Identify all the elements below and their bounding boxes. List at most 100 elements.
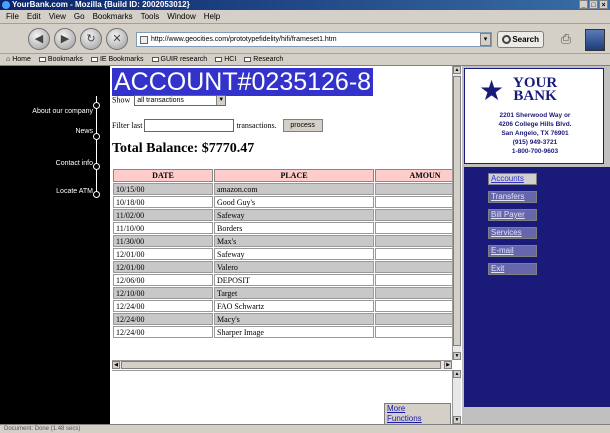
scroll-down-icon[interactable]: ▼ xyxy=(453,352,461,360)
scroll-right-icon[interactable]: ▶ xyxy=(444,361,452,369)
menu-go[interactable]: Go xyxy=(74,10,85,23)
filter-label: Filter last xyxy=(112,121,143,130)
minimize-button[interactable]: _ xyxy=(579,0,588,9)
menu-file[interactable]: File xyxy=(6,10,19,23)
account-frame-vscroll[interactable]: ▲ ▼ xyxy=(452,66,461,360)
scroll-up-icon[interactable]: ▲ xyxy=(453,370,461,378)
header-date: DATE xyxy=(113,169,213,182)
back-button[interactable]: ◀ xyxy=(28,28,50,50)
search-button[interactable]: Search xyxy=(497,31,544,48)
cell-date: 10/15/00 xyxy=(113,183,213,195)
filter-row: Filter last transactions. process xyxy=(112,119,323,132)
cell-place: Target xyxy=(214,287,374,299)
menu-tools[interactable]: Tools xyxy=(141,10,160,23)
window-title: YourBank.com - Mozilla {Build ID: 200205… xyxy=(12,0,190,9)
bookmark-bookmarks[interactable]: Bookmarks xyxy=(38,54,83,65)
transactions-select[interactable]: all transactions ▼ xyxy=(134,95,227,106)
cell-amount xyxy=(375,261,452,273)
header-place: PLACE xyxy=(214,169,374,182)
cell-place: Borders xyxy=(214,222,374,234)
bank-star-logo-icon: ★ xyxy=(479,75,505,106)
menu-bill-payer-button[interactable]: Bill Payer xyxy=(488,209,537,221)
cell-date: 12/06/00 xyxy=(113,274,213,286)
filter-suffix: transactions. xyxy=(236,121,277,130)
menu-transfers-button[interactable]: Transfers xyxy=(488,191,537,203)
url-dropdown-button[interactable]: ▾ xyxy=(480,33,491,46)
logo-line2: BANK xyxy=(513,88,557,104)
stop-button[interactable]: ✕ xyxy=(106,28,128,50)
bookmark-home[interactable]: ⌂ Home xyxy=(6,54,31,65)
bookmark-label: GUIR research xyxy=(160,55,208,63)
nav-locate-atm[interactable]: Locate ATM xyxy=(0,188,95,195)
bottom-frame-vscroll[interactable]: ▲ ▼ xyxy=(452,370,461,424)
folder-icon xyxy=(151,57,159,62)
cell-date: 12/24/00 xyxy=(113,300,213,312)
cell-date: 12/24/00 xyxy=(113,326,213,338)
mozilla-throbber[interactable] xyxy=(585,29,605,51)
cell-place: FAO Schwartz xyxy=(214,300,374,312)
menu-bookmarks[interactable]: Bookmarks xyxy=(93,10,133,23)
address-line2: 4206 College Hills Blvd. xyxy=(498,121,572,128)
cell-place: Safeway xyxy=(214,248,374,260)
url-field[interactable]: http://www.geocities.com/prototypefideli… xyxy=(136,32,492,47)
nav-news[interactable]: News xyxy=(0,128,95,135)
forward-arrow-icon: ▶ xyxy=(60,33,70,45)
filter-count-input[interactable] xyxy=(144,119,235,132)
url-text: http://www.geocities.com/prototypefideli… xyxy=(151,36,337,43)
menu-edit[interactable]: Edit xyxy=(27,10,41,23)
cell-place: amazon.com xyxy=(214,183,374,195)
nav-contact-info[interactable]: Contact info xyxy=(0,160,95,167)
menu-services-button[interactable]: Services xyxy=(488,227,537,239)
cell-amount xyxy=(375,274,452,286)
cell-place: Valero xyxy=(214,261,374,273)
table-row: 12/24/00 Macy's xyxy=(113,313,452,325)
close-button[interactable]: × xyxy=(599,0,608,9)
menu-exit-button[interactable]: Exit xyxy=(488,263,537,275)
bookmark-ie-bookmarks[interactable]: IE Bookmarks xyxy=(90,54,144,65)
account-frame-hscroll[interactable]: ◀ ▶ xyxy=(112,360,452,369)
folder-icon xyxy=(244,57,252,62)
bookmarks-toolbar: ⌂ Home Bookmarks IE Bookmarks GUIR resear… xyxy=(0,54,610,66)
menu-email-button[interactable]: E-mail xyxy=(488,245,537,257)
bookmark-guir-research[interactable]: GUIR research xyxy=(151,54,208,65)
mozilla-icon xyxy=(2,1,10,9)
menu-view[interactable]: View xyxy=(49,10,66,23)
reload-button[interactable]: ↻ xyxy=(80,28,102,50)
cell-date: 12/01/00 xyxy=(113,248,213,260)
nav-node-icon xyxy=(93,133,100,140)
scroll-thumb[interactable] xyxy=(453,76,461,346)
table-row: 12/24/00 Sharper Image xyxy=(113,326,452,338)
scroll-down-icon[interactable]: ▼ xyxy=(453,416,461,424)
cell-amount xyxy=(375,248,452,260)
hscroll-thumb[interactable] xyxy=(121,361,441,369)
more-functions-link[interactable]: More Functions xyxy=(384,403,451,425)
print-button[interactable]: ⎙ xyxy=(555,30,577,48)
bookmark-research[interactable]: Research xyxy=(244,54,283,65)
bookmark-label: Home xyxy=(12,55,31,63)
maximize-button[interactable]: □ xyxy=(589,0,598,9)
process-button[interactable]: process xyxy=(282,119,323,132)
table-row: 10/15/00 amazon.com xyxy=(113,183,452,195)
cell-amount xyxy=(375,209,452,221)
menu-help[interactable]: Help xyxy=(204,10,220,23)
forward-button[interactable]: ▶ xyxy=(54,28,76,50)
bottom-frame: More Functions xyxy=(112,370,461,425)
folder-icon xyxy=(215,57,223,62)
scroll-left-icon[interactable]: ◀ xyxy=(112,361,120,369)
cell-place: Safeway xyxy=(214,209,374,221)
scroll-up-icon[interactable]: ▲ xyxy=(453,66,461,74)
table-row: 12/10/00 Target xyxy=(113,287,452,299)
cell-date: 12/10/00 xyxy=(113,287,213,299)
menu-window[interactable]: Window xyxy=(167,10,195,23)
back-arrow-icon: ◀ xyxy=(34,33,44,45)
address-line3: San Angelo, TX 76901 xyxy=(501,130,569,137)
nav-node-icon xyxy=(93,191,100,198)
nav-node-icon xyxy=(93,102,100,109)
right-frame: ★ YOUR BANK 2201 Sherwood Way or 4206 Co… xyxy=(462,66,610,424)
bookmark-hci[interactable]: HCI xyxy=(215,54,236,65)
menu-accounts-button[interactable]: Accounts xyxy=(488,173,537,185)
table-row: 12/01/00 Safeway xyxy=(113,248,452,260)
cell-amount xyxy=(375,287,452,299)
bookmark-label: Research xyxy=(253,55,284,63)
nav-about-company[interactable]: About our company xyxy=(0,108,95,115)
